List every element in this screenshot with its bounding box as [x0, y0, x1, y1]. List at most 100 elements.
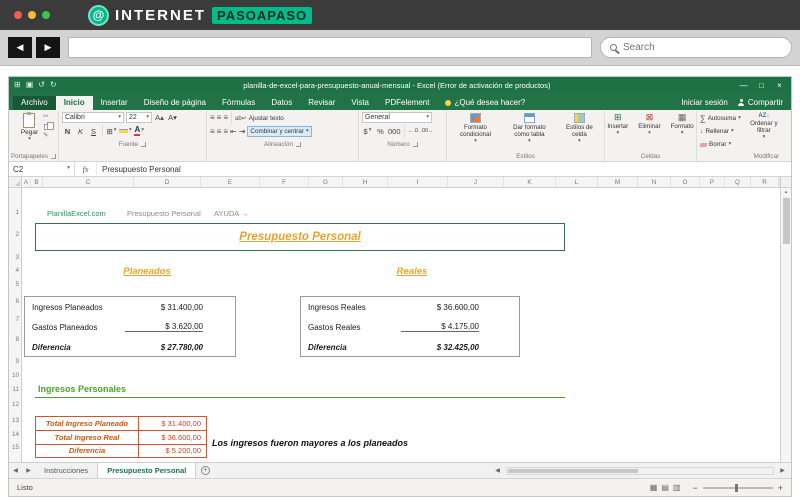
- alignment-dialog-launcher-icon[interactable]: [296, 141, 302, 147]
- column-header-g[interactable]: G: [309, 177, 343, 187]
- row-header-12[interactable]: 12: [12, 401, 19, 408]
- merge-center-button[interactable]: Combinar y centrar ▾: [247, 126, 312, 137]
- row-header-2[interactable]: 2: [15, 231, 19, 238]
- zoom-slider[interactable]: [702, 483, 773, 492]
- row-header-4[interactable]: 4: [15, 267, 19, 274]
- planned-header-cell[interactable]: Planeados: [82, 266, 212, 277]
- sheet-canvas[interactable]: PlanillaExcel.com Presupuesto Personal A…: [22, 188, 780, 462]
- vertical-scrollbar[interactable]: ▴: [780, 188, 791, 462]
- tab-pdfelement[interactable]: PDFelement: [377, 96, 437, 110]
- fill-button[interactable]: ↓ Rellenar ▾: [700, 126, 741, 137]
- minimize-icon[interactable]: —: [737, 81, 750, 90]
- column-header-l[interactable]: L: [556, 177, 598, 187]
- add-sheet-button[interactable]: +: [196, 463, 214, 478]
- tab-diseno-de-pagina[interactable]: Diseño de página: [136, 96, 214, 110]
- row-header-15[interactable]: 15: [12, 444, 19, 451]
- link-presupuesto-personal[interactable]: Presupuesto Personal: [127, 209, 201, 218]
- actual-gastos-value[interactable]: $ 4.175,00: [401, 322, 479, 332]
- decrease-indent-icon[interactable]: ⇤: [230, 127, 237, 136]
- summary-planned-label[interactable]: Total Ingreso Planeado: [36, 417, 139, 431]
- income-note-cell[interactable]: Los ingresos fueron mayores a los planea…: [212, 438, 408, 448]
- sheet-title-cell[interactable]: Presupuesto Personal: [35, 223, 565, 251]
- column-header-a[interactable]: A: [22, 177, 31, 187]
- actual-header-cell[interactable]: Reales: [347, 266, 477, 277]
- underline-button[interactable]: S: [88, 126, 99, 137]
- row-header-5[interactable]: 5: [15, 281, 19, 288]
- decrease-decimal-icon[interactable]: .00→: [421, 126, 434, 137]
- sort-filter-button[interactable]: AZ↓ Ordenar y filtrar ▾: [743, 112, 785, 151]
- column-header-r[interactable]: R: [751, 177, 779, 187]
- row-header-6[interactable]: 6: [15, 298, 19, 305]
- horizontal-scrollbar[interactable]: ◀ ▶: [491, 463, 791, 478]
- column-header-j[interactable]: J: [448, 177, 504, 187]
- planned-diferencia-value[interactable]: $ 27.780,00: [125, 343, 203, 352]
- zoom-out-icon[interactable]: −: [692, 483, 697, 493]
- number-dialog-launcher-icon[interactable]: [412, 141, 418, 147]
- back-button[interactable]: ◀: [8, 37, 32, 58]
- actual-diferencia-value[interactable]: $ 32.425,00: [401, 343, 479, 352]
- insert-function-button[interactable]: fx: [75, 162, 97, 176]
- row-header-7[interactable]: 7: [15, 316, 19, 323]
- increase-font-icon[interactable]: A▴: [154, 112, 165, 123]
- window-close-dot[interactable]: [14, 11, 22, 19]
- align-left-icon[interactable]: ≡: [210, 127, 215, 136]
- close-icon[interactable]: ×: [773, 81, 786, 90]
- select-all-button[interactable]: [9, 177, 22, 187]
- column-header-d[interactable]: D: [134, 177, 201, 187]
- column-header-c[interactable]: C: [43, 177, 134, 187]
- summary-diferencia-label[interactable]: Diferencia: [36, 444, 139, 458]
- forward-button[interactable]: ▶: [36, 37, 60, 58]
- delete-cells-button[interactable]: ⊠ Eliminar ▾: [634, 112, 664, 151]
- row-header-11[interactable]: 11: [12, 386, 19, 393]
- planned-ingresos-label[interactable]: Ingresos Planeados: [25, 303, 125, 312]
- column-header-m[interactable]: M: [598, 177, 638, 187]
- link-ayuda[interactable]: AYUDA →: [214, 209, 248, 218]
- paste-button[interactable]: Pegar ▾: [18, 112, 41, 151]
- percent-button[interactable]: %: [375, 126, 386, 137]
- column-header-n[interactable]: N: [638, 177, 671, 187]
- align-right-icon[interactable]: ≡: [223, 127, 228, 136]
- tab-insertar[interactable]: Insertar: [93, 96, 136, 110]
- autosum-button[interactable]: ∑ Autosuma ▾: [700, 113, 741, 124]
- hscroll-left-icon[interactable]: ◀: [491, 467, 504, 474]
- font-color-button[interactable]: A ▾: [134, 126, 145, 137]
- redo-icon[interactable]: ↻: [50, 81, 57, 89]
- row-header-1[interactable]: 1: [15, 209, 19, 216]
- link-planillaexcel[interactable]: PlanillaExcel.com: [47, 209, 106, 218]
- summary-planned-value[interactable]: $ 31.400,00: [139, 417, 206, 430]
- column-header-p[interactable]: P: [700, 177, 725, 187]
- window-zoom-dot[interactable]: [42, 11, 50, 19]
- row-header-13[interactable]: 13: [12, 417, 19, 424]
- tab-datos[interactable]: Datos: [263, 96, 300, 110]
- increase-decimal-icon[interactable]: ←.0: [408, 126, 419, 137]
- formula-input[interactable]: Presupuesto Personal: [97, 162, 791, 176]
- column-header-q[interactable]: Q: [725, 177, 751, 187]
- tab-formulas[interactable]: Fórmulas: [214, 96, 263, 110]
- section-title-cell[interactable]: Ingresos Personales: [38, 384, 126, 394]
- tab-revisar[interactable]: Revisar: [300, 96, 343, 110]
- find-select-button[interactable]: Buscar y seleccionar ▾: [787, 112, 791, 151]
- page-layout-view-icon[interactable]: ▤: [661, 483, 669, 492]
- row-header-14[interactable]: 14: [12, 431, 19, 438]
- address-bar[interactable]: [68, 37, 592, 58]
- align-center-icon[interactable]: ≡: [217, 127, 222, 136]
- borders-button[interactable]: ⊞ ▾: [106, 126, 117, 137]
- name-box[interactable]: C2 ▾: [9, 162, 75, 176]
- font-size-select[interactable]: 22 ▾: [126, 112, 152, 123]
- tell-me-box[interactable]: ¿Qué desea hacer?: [445, 98, 525, 110]
- copy-icon[interactable]: [44, 121, 54, 130]
- conditional-formatting-button[interactable]: Formato condicional ▾: [450, 112, 501, 151]
- currency-button[interactable]: $ ▾: [362, 126, 373, 137]
- column-header-k[interactable]: K: [504, 177, 556, 187]
- cell-styles-button[interactable]: Estilos de celda ▾: [558, 112, 601, 151]
- window-minimize-dot[interactable]: [28, 11, 36, 19]
- hscroll-right-icon[interactable]: ▶: [776, 467, 789, 474]
- planned-gastos-value[interactable]: $ 3.620,00: [125, 322, 203, 332]
- row-header-3[interactable]: 3: [15, 254, 19, 261]
- tab-inicio[interactable]: Inicio: [55, 96, 93, 110]
- format-painter-icon[interactable]: ✎: [43, 132, 49, 140]
- increase-indent-icon[interactable]: ⇥: [239, 127, 246, 136]
- row-header-10[interactable]: 10: [12, 372, 19, 379]
- decrease-font-icon[interactable]: A▾: [167, 112, 178, 123]
- sheet-tab-instrucciones[interactable]: Instrucciones: [35, 463, 99, 478]
